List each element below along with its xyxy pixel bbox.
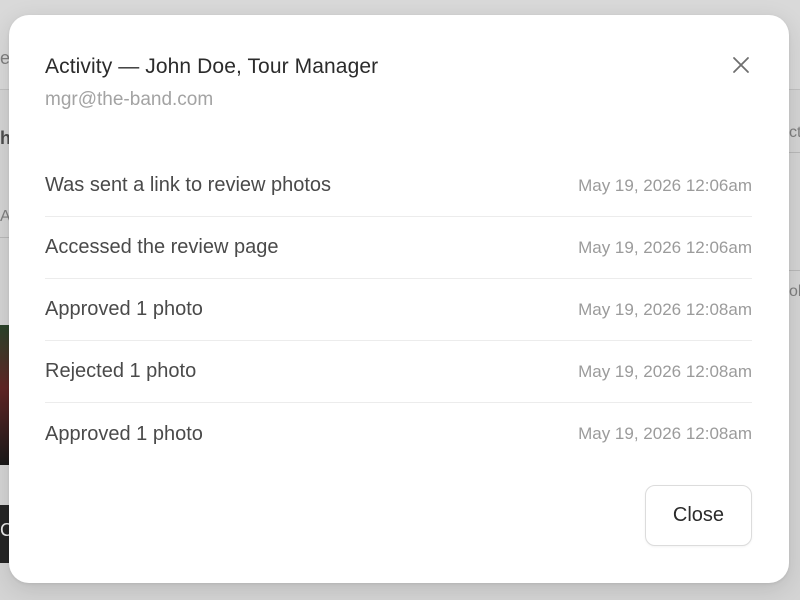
activity-text: Approved 1 photo [45,298,203,320]
activity-timestamp: May 19, 2026 12:08am [578,299,752,319]
activity-text: Accessed the review page [45,236,279,258]
activity-text: Approved 1 photo [45,422,203,445]
activity-text: Was sent a link to review photos [45,174,332,196]
activity-item: Was sent a link to review photos May 19,… [45,155,752,217]
activity-item: Approved 1 photo May 19, 2026 12:08am [45,403,752,465]
close-icon[interactable] [729,53,753,77]
activity-list: Was sent a link to review photos May 19,… [45,155,752,465]
dialog-title: Activity — John Doe, Tour Manager [45,55,379,78]
activity-item: Rejected 1 photo May 19, 2026 12:08am [45,341,752,403]
activity-text: Rejected 1 photo [45,360,197,382]
activity-timestamp: May 19, 2026 12:08am [578,424,752,443]
activity-dialog: Activity — John Doe, Tour Manager mgr@th… [9,15,789,583]
close-button[interactable]: Close [645,485,752,546]
activity-item: Accessed the review page May 19, 2026 12… [45,217,752,279]
activity-timestamp: May 19, 2026 12:06am [578,237,752,257]
close-icon-glyph [733,57,749,73]
activity-item: Approved 1 photo May 19, 2026 12:08am [45,279,752,341]
activity-timestamp: May 19, 2026 12:08am [578,361,752,381]
dialog-subtitle-email: mgr@the-band.com [45,89,214,110]
activity-timestamp: May 19, 2026 12:06am [578,175,752,195]
